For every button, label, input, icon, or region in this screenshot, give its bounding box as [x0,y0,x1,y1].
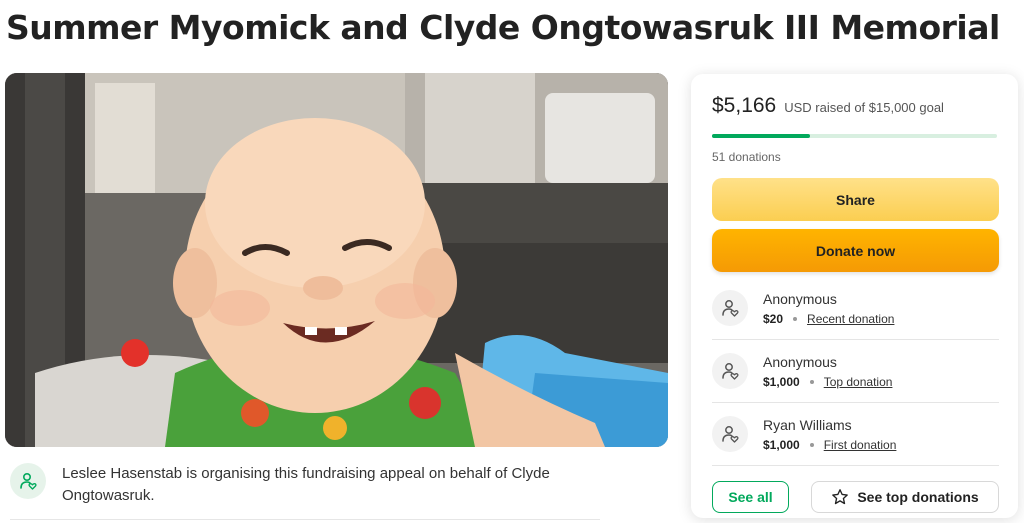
baby-photo-illustration [5,73,668,447]
donor-item: Anonymous $20 Recent donation [712,277,999,340]
star-icon [832,489,849,505]
donor-amount: $1,000 [763,438,800,452]
donate-now-button[interactable]: Donate now [712,229,999,272]
goal-text: USD raised of $15,000 goal [784,100,944,115]
donor-name: Anonymous [763,291,837,307]
separator-dot [793,317,798,321]
organiser-text: Leslee Hasenstab is organising this fund… [62,465,550,504]
card-actions: See all See top donations [712,481,999,513]
share-button[interactable]: Share [712,178,999,221]
donor-amount: $20 [763,312,784,326]
organiser-row: Leslee Hasenstab is organising this fund… [10,463,660,507]
see-top-donations-label: See top donations [857,489,979,505]
see-all-button[interactable]: See all [712,481,789,513]
progress-bar [712,134,997,138]
separator-dot [809,443,814,447]
heart-person-icon [10,463,46,499]
separator-dot [809,380,814,384]
heart-person-icon [712,416,748,452]
page-title: Summer Myomick and Clyde Ongtowasruk III… [6,8,1000,47]
top-donation-link[interactable]: Top donation [824,375,893,389]
progress-fill [712,134,811,138]
first-donation-link[interactable]: First donation [824,438,897,452]
donor-item: Ryan Williams $1,000 First donation [712,403,999,466]
recent-donation-link[interactable]: Recent donation [807,312,894,326]
raised-row: $5,166 USD raised of $15,000 goal [712,94,997,118]
heart-person-icon [712,290,748,326]
donor-item: Anonymous $1,000 Top donation [712,340,999,403]
donor-name: Anonymous [763,354,837,370]
heart-person-icon [712,353,748,389]
donation-card: $5,166 USD raised of $15,000 goal 51 don… [691,74,1018,518]
divider [10,519,600,520]
donor-name: Ryan Williams [763,417,852,433]
see-top-donations-button[interactable]: See top donations [811,481,999,513]
hero-photo[interactable] [5,73,668,447]
donations-count: 51 donations [712,150,781,164]
donor-amount: $1,000 [763,375,800,389]
donor-list: Anonymous $20 Recent donation Anonymous [712,277,999,466]
amount-raised: $5,166 [712,94,777,117]
